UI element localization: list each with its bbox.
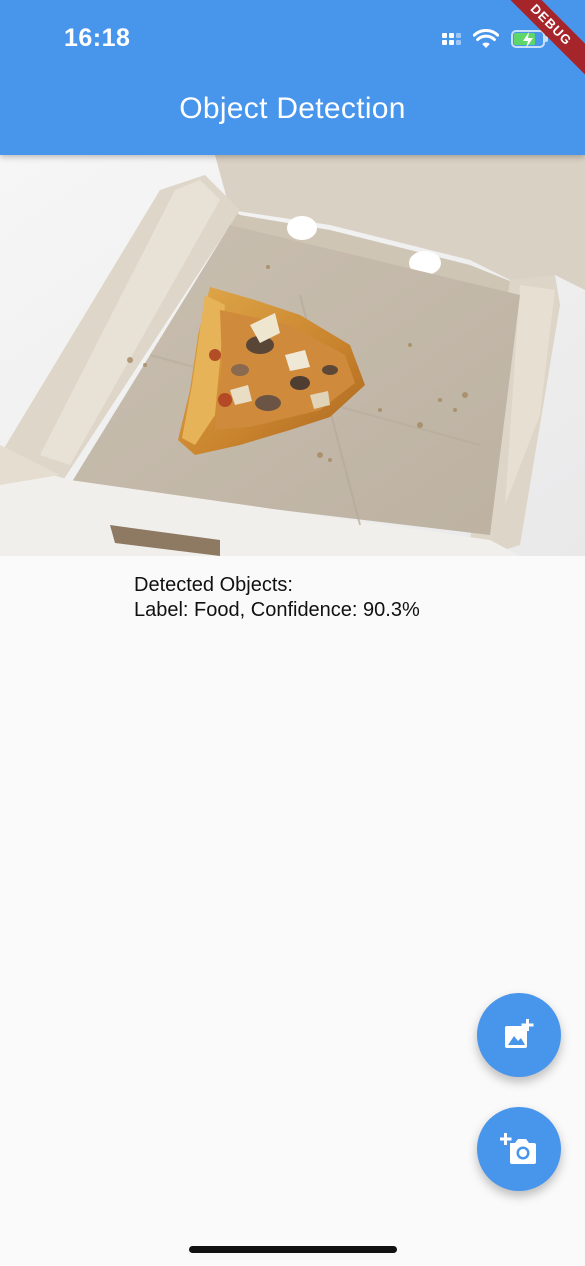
status-icons	[442, 26, 548, 52]
take-photo-button[interactable]	[477, 1107, 561, 1191]
screen: 16:18 Object Detection DEBUG Detected Ob…	[0, 0, 585, 1266]
wifi-icon	[473, 29, 499, 48]
add-camera-icon	[500, 1133, 536, 1164]
detection-results: Detected Objects: Label: Food, Confidenc…	[134, 573, 420, 623]
results-heading: Detected Objects:	[134, 574, 293, 596]
home-indicator[interactable]	[189, 1246, 397, 1253]
cellular-signal-icon	[442, 33, 461, 45]
battery-charging-icon	[511, 30, 548, 48]
pick-from-gallery-button[interactable]	[477, 993, 561, 1077]
add-photo-gallery-icon	[505, 1019, 534, 1048]
result-item: Label: Food, Confidence: 90.3%	[134, 599, 420, 621]
pizza-box-image	[0, 155, 585, 556]
page-title: Object Detection	[179, 92, 406, 125]
detected-image	[0, 155, 585, 556]
app-bar: 16:18 Object Detection	[0, 0, 585, 155]
status-time: 16:18	[64, 24, 131, 52]
